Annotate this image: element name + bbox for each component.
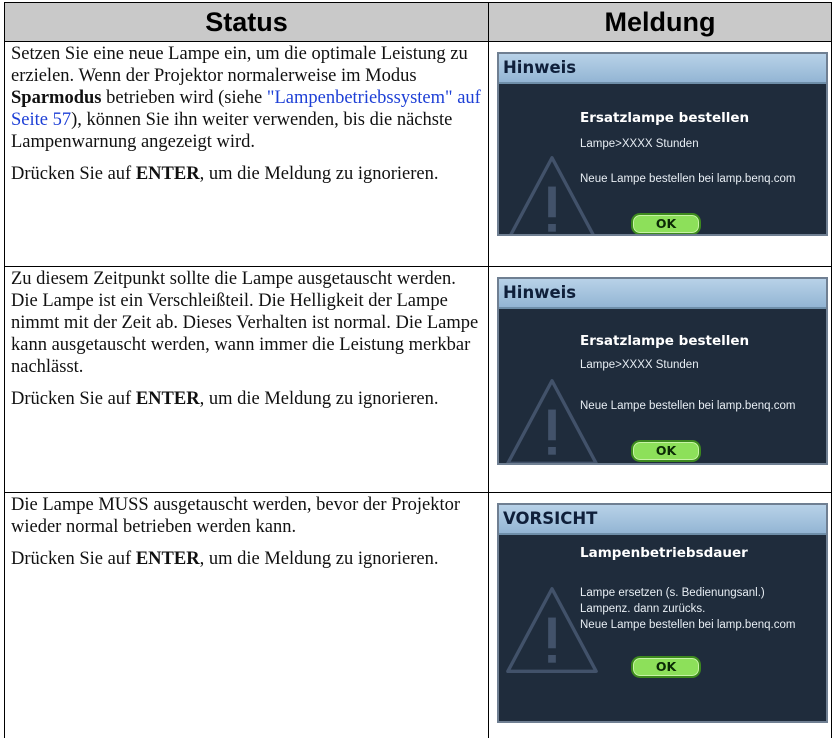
enter-key-label: ENTER	[135, 389, 200, 410]
status-cell: Die Lampe MUSS ausgetauscht werden, bevo…	[4, 492, 489, 738]
dialog-header: Hinweis	[499, 54, 826, 84]
message-column-header: Meldung	[488, 2, 832, 42]
dialog-line: Neue Lampe bestellen bei lamp.benq.com	[580, 619, 796, 632]
dialog-line: Neue Lampe bestellen bei lamp.benq.com	[580, 400, 796, 413]
status-cell: Zu diesem Zeitpunkt sollte die Lampe aus…	[4, 266, 489, 494]
status-paragraph: Drücken Sie auf ENTER, um die Meldung zu…	[11, 164, 439, 184]
warning-icon	[509, 156, 595, 234]
status-paragraph: Drücken Sie auf ENTER, um die Meldung zu…	[11, 549, 439, 570]
status-paragraph: Drücken Sie auf ENTER, um die Meldung zu…	[11, 389, 439, 410]
table-header-row: Status Meldung	[4, 2, 832, 42]
table-row: Die Lampe MUSS ausgetauscht werden, bevo…	[4, 492, 832, 738]
table-row: Setzen Sie eine neue Lampe ein, um die o…	[4, 40, 832, 268]
message-cell: Hinweis Ersatzlampe bestellen Lampe>XXXX…	[488, 266, 832, 494]
status-cell: Setzen Sie eine neue Lampe ein, um die o…	[4, 40, 489, 268]
dialog-title: Lampenbetriebsdauer	[580, 545, 748, 562]
osd-dialog: Hinweis Ersatzlampe bestellen Lampe>XXXX…	[497, 277, 828, 466]
status-column-header: Status	[4, 2, 489, 42]
dialog-title: Ersatzlampe bestellen	[580, 110, 750, 126]
status-paragraph: Setzen Sie eine neue Lampe ein, um die o…	[11, 44, 481, 152]
message-cell: VORSICHT Lampenbetriebsdauer Lampe erset…	[488, 492, 832, 738]
ok-button[interactable]: OK	[631, 440, 701, 463]
table-row: Zu diesem Zeitpunkt sollte die Lampe aus…	[4, 266, 832, 494]
osd-dialog: Hinweis Ersatzlampe bestellen Lampe>XXXX…	[497, 52, 828, 236]
status-paragraph: Die Lampe MUSS ausgetauscht werden, bevo…	[11, 495, 461, 538]
enter-key-label: ENTER	[135, 164, 200, 184]
dialog-title: Ersatzlampe bestellen	[580, 333, 750, 350]
ok-button[interactable]: OK	[631, 656, 701, 679]
dialog-line: Lampe>XXXX Stunden	[580, 138, 699, 150]
warning-icon	[506, 379, 598, 464]
dialog-line: Lampenz. dann zurücks.	[580, 603, 706, 616]
mode-name: Sparmodus	[11, 88, 102, 108]
osd-dialog: VORSICHT Lampenbetriebsdauer Lampe erset…	[497, 503, 828, 724]
dialog-line: Lampe ersetzen (s. Bedienungsanl.)	[580, 587, 765, 600]
enter-key-label: ENTER	[135, 549, 200, 570]
lamp-message-table: Status Meldung Setzen Sie eine neue Lamp…	[4, 2, 832, 738]
dialog-header: VORSICHT	[499, 505, 826, 536]
status-paragraph: Zu diesem Zeitpunkt sollte die Lampe aus…	[11, 269, 479, 378]
dialog-header: Hinweis	[499, 279, 826, 310]
dialog-line: Lampe>XXXX Stunden	[580, 359, 699, 372]
ok-button[interactable]: OK	[631, 213, 701, 234]
message-cell: Hinweis Ersatzlampe bestellen Lampe>XXXX…	[488, 40, 832, 268]
dialog-line: Neue Lampe bestellen bei lamp.benq.com	[580, 173, 796, 185]
